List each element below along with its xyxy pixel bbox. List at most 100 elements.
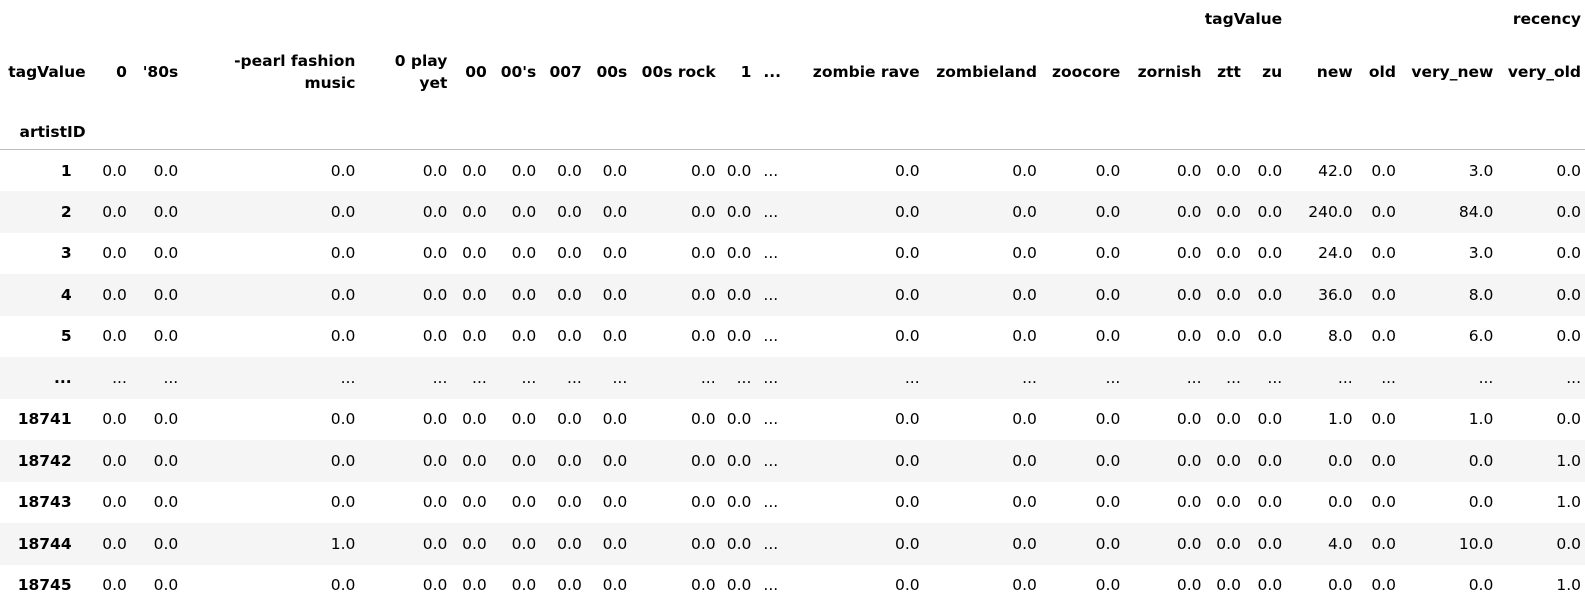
table-cell: 0.0 (1556, 534, 1581, 553)
table-cell: 0.0 (1371, 493, 1396, 512)
index-header-blank-cell (540, 108, 586, 150)
row-index-label: 3 (60, 244, 72, 263)
table-cell: 0.0 (602, 576, 628, 595)
table-cell: 0.0 (330, 576, 356, 595)
table-cell: ... (1105, 368, 1121, 387)
table-cell: 0.0 (1257, 161, 1283, 180)
table-cell: 0.0 (602, 327, 628, 346)
table-cell: ... (763, 451, 779, 470)
table-cell: 3.0 (1468, 161, 1494, 180)
table-cell: 0.0 (153, 285, 179, 304)
table-cell: ... (112, 368, 127, 387)
row-index-label: 18745 (17, 576, 72, 595)
index-header-blank-cell (631, 108, 720, 150)
table-cell: 0.0 (511, 576, 537, 595)
table-cell: 0.0 (1012, 327, 1037, 346)
table-cell: 0.0 (691, 244, 716, 263)
table-cell: 0.0 (895, 202, 920, 221)
table-cell: 0.0 (1371, 202, 1396, 221)
table-cell: 0.0 (1216, 410, 1241, 429)
table-cell: 0.0 (895, 285, 920, 304)
table-cell: 0.0 (691, 451, 716, 470)
row-index-label: 2 (60, 202, 72, 221)
table-cell: 0.0 (1012, 493, 1037, 512)
table-cell: ... (1226, 368, 1241, 387)
table-cell: 0.0 (557, 202, 582, 221)
table-cell: 0.0 (1257, 327, 1283, 346)
table-cell: 0.0 (422, 285, 448, 304)
table-cell: ... (700, 368, 716, 387)
table-cell: 1.0 (330, 534, 356, 553)
table-cell: 0.0 (895, 576, 920, 595)
table-cell: 0.0 (726, 285, 752, 304)
index-header-blank-cell (451, 108, 491, 150)
table-row: ........................................… (0, 357, 1585, 399)
table-cell: 1.0 (1556, 576, 1581, 595)
table-cell: 0.0 (422, 451, 448, 470)
table-cell: 0.0 (1095, 285, 1121, 304)
table-cell: ... (763, 161, 779, 180)
table-cell: 0.0 (726, 493, 752, 512)
column-header: 00 (465, 63, 487, 81)
table-cell: 0.0 (1556, 244, 1581, 263)
table-cell: 0.0 (602, 451, 628, 470)
header-row-top-level: tagValue recency (0, 0, 1585, 36)
table-cell: 0.0 (1556, 202, 1581, 221)
table-cell: 0.0 (1216, 202, 1241, 221)
table-cell: 0.0 (422, 161, 448, 180)
table-cell: ... (1186, 368, 1202, 387)
table-row: 4 0.0 0.0 0.0 0.0 0.0 0.0 0.0 0.0 0.0 0.0... 0.0 0.0… (0, 274, 1585, 316)
column-header: 00s (596, 63, 628, 81)
index-name-label: artistID (0, 108, 90, 150)
table-cell: 0.0 (330, 202, 356, 221)
table-cell: 0.0 (1176, 576, 1202, 595)
table-cell: 0.0 (1371, 327, 1396, 346)
table-cell: 0.0 (422, 534, 448, 553)
table-cell: ... (736, 368, 752, 387)
table-cell: ... (763, 368, 779, 387)
column-header: 1 (740, 63, 752, 81)
table-cell: 0.0 (153, 244, 179, 263)
table-cell: 0.0 (153, 327, 179, 346)
table-cell: 0.0 (1095, 493, 1121, 512)
table-cell: 0.0 (1468, 451, 1494, 470)
table-cell: 1.0 (1556, 493, 1581, 512)
table-cell: 0.0 (726, 161, 752, 180)
table-cell: 0.0 (895, 410, 920, 429)
table-cell: 0.0 (1012, 161, 1037, 180)
table-cell: 0.0 (557, 410, 582, 429)
column-header: zu (1262, 63, 1283, 81)
table-cell: ... (472, 368, 487, 387)
table-cell: 0.0 (1468, 493, 1494, 512)
table-cell: 0.0 (602, 244, 628, 263)
table-cell: 0.0 (511, 202, 537, 221)
table-cell: 0.0 (153, 410, 179, 429)
index-header-blank-cell (1399, 108, 1498, 150)
table-cell: 0.0 (462, 285, 487, 304)
index-header-blank-cell (719, 108, 756, 150)
column-header: very_old (1507, 63, 1581, 81)
table-cell: ... (763, 327, 779, 346)
table-cell: 0.0 (691, 576, 716, 595)
table-cell: 0.0 (330, 327, 356, 346)
row-index-label: 18744 (17, 534, 72, 553)
table-body: 1 0.0 0.0 0.0 0.0 0.0 0.0 0.0 0.0 0.0 0.0... 0.0 0.0… (0, 149, 1585, 606)
table-cell: ... (763, 410, 779, 429)
table-cell: 0.0 (102, 285, 127, 304)
table-cell: 0.0 (602, 161, 628, 180)
table-cell: 0.0 (557, 576, 582, 595)
table-cell: 6.0 (1468, 327, 1494, 346)
column-header: zombieland (936, 63, 1037, 81)
table-cell: 0.0 (895, 161, 920, 180)
table-cell: 0.0 (330, 493, 356, 512)
table-cell: 0.0 (511, 410, 537, 429)
table-cell: ... (340, 368, 356, 387)
table-cell: ... (521, 368, 537, 387)
table-row: 1 0.0 0.0 0.0 0.0 0.0 0.0 0.0 0.0 0.0 0.0... 0.0 0.0… (0, 149, 1585, 191)
table-cell: 0.0 (1216, 534, 1241, 553)
table-row: 5 0.0 0.0 0.0 0.0 0.0 0.0 0.0 0.0 0.0 0.0... 0.0 0.0… (0, 315, 1585, 357)
table-cell: 1.0 (1468, 410, 1494, 429)
table-cell: 0.0 (1371, 576, 1396, 595)
table-cell: 0.0 (726, 451, 752, 470)
table-cell: 0.0 (1371, 285, 1396, 304)
